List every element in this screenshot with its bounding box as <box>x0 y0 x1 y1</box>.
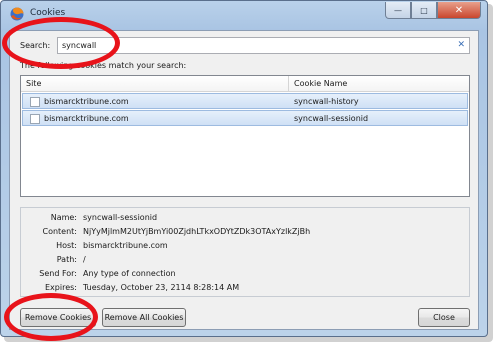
row-cookie-name: syncwall-sessionid <box>294 114 369 123</box>
detail-key: Path: <box>56 255 77 264</box>
remove-all-cookies-label: Remove All Cookies <box>104 313 184 322</box>
table-row[interactable]: bismarcktribune.com syncwall-sessionid <box>22 110 468 126</box>
remove-all-cookies-button[interactable]: Remove All Cookies <box>102 308 186 327</box>
dialog-content: Search: syncwall ✕ The following cookies… <box>9 30 479 330</box>
detail-value: Any type of connection <box>83 269 176 278</box>
title-bar: Cookies — □ ✕ <box>1 1 487 29</box>
detail-value: NjYyMjlmM2UtYjBmYi00ZjdhLTkxODYtZDk3OTAx… <box>83 227 311 236</box>
remove-cookies-label: Remove Cookies <box>24 313 92 322</box>
row-cookie-name: syncwall-history <box>294 97 359 106</box>
detail-key: Host: <box>56 241 77 250</box>
clear-search-icon[interactable]: ✕ <box>457 40 465 50</box>
detail-value: Tuesday, October 23, 2114 8:28:14 AM <box>83 283 240 292</box>
cookie-list[interactable]: Site Cookie Name bismarcktribune.com syn… <box>20 75 470 197</box>
cookie-details: Name: syncwall-sessionid Content: NjYyMj… <box>20 207 470 297</box>
column-header-site[interactable]: Site <box>26 79 41 88</box>
detail-key: Content: <box>42 227 77 236</box>
window-controls: — □ ✕ <box>385 2 481 19</box>
maximize-icon[interactable]: □ <box>411 2 437 19</box>
search-hint: The following cookies match your search: <box>20 61 187 70</box>
detail-key: Send For: <box>39 269 77 278</box>
row-checkbox <box>30 114 40 124</box>
row-checkbox <box>30 97 40 107</box>
detail-value: / <box>83 255 86 264</box>
search-value: syncwall <box>62 41 97 50</box>
close-icon[interactable]: ✕ <box>437 2 481 19</box>
row-site: bismarcktribune.com <box>44 97 129 106</box>
row-site: bismarcktribune.com <box>44 114 129 123</box>
firefox-icon <box>10 7 24 21</box>
remove-cookies-button[interactable]: Remove Cookies <box>20 308 96 327</box>
table-row[interactable]: bismarcktribune.com syncwall-history <box>22 93 468 109</box>
cookie-list-header: Site Cookie Name <box>21 76 469 92</box>
detail-key: Name: <box>50 213 77 222</box>
detail-key: Expires: <box>45 283 77 292</box>
close-button-label: Close <box>433 313 455 322</box>
search-input[interactable]: syncwall ✕ <box>57 37 470 54</box>
column-divider[interactable] <box>288 76 289 91</box>
search-label: Search: <box>20 41 51 50</box>
minimize-icon[interactable]: — <box>385 2 411 19</box>
window-title: Cookies <box>30 8 66 18</box>
detail-value: syncwall-sessionid <box>83 213 158 222</box>
detail-value: bismarcktribune.com <box>83 241 168 250</box>
close-button[interactable]: Close <box>418 308 470 327</box>
column-header-cookie-name[interactable]: Cookie Name <box>294 79 347 88</box>
cookies-window: Cookies — □ ✕ Search: syncwall ✕ The fol… <box>0 0 488 337</box>
